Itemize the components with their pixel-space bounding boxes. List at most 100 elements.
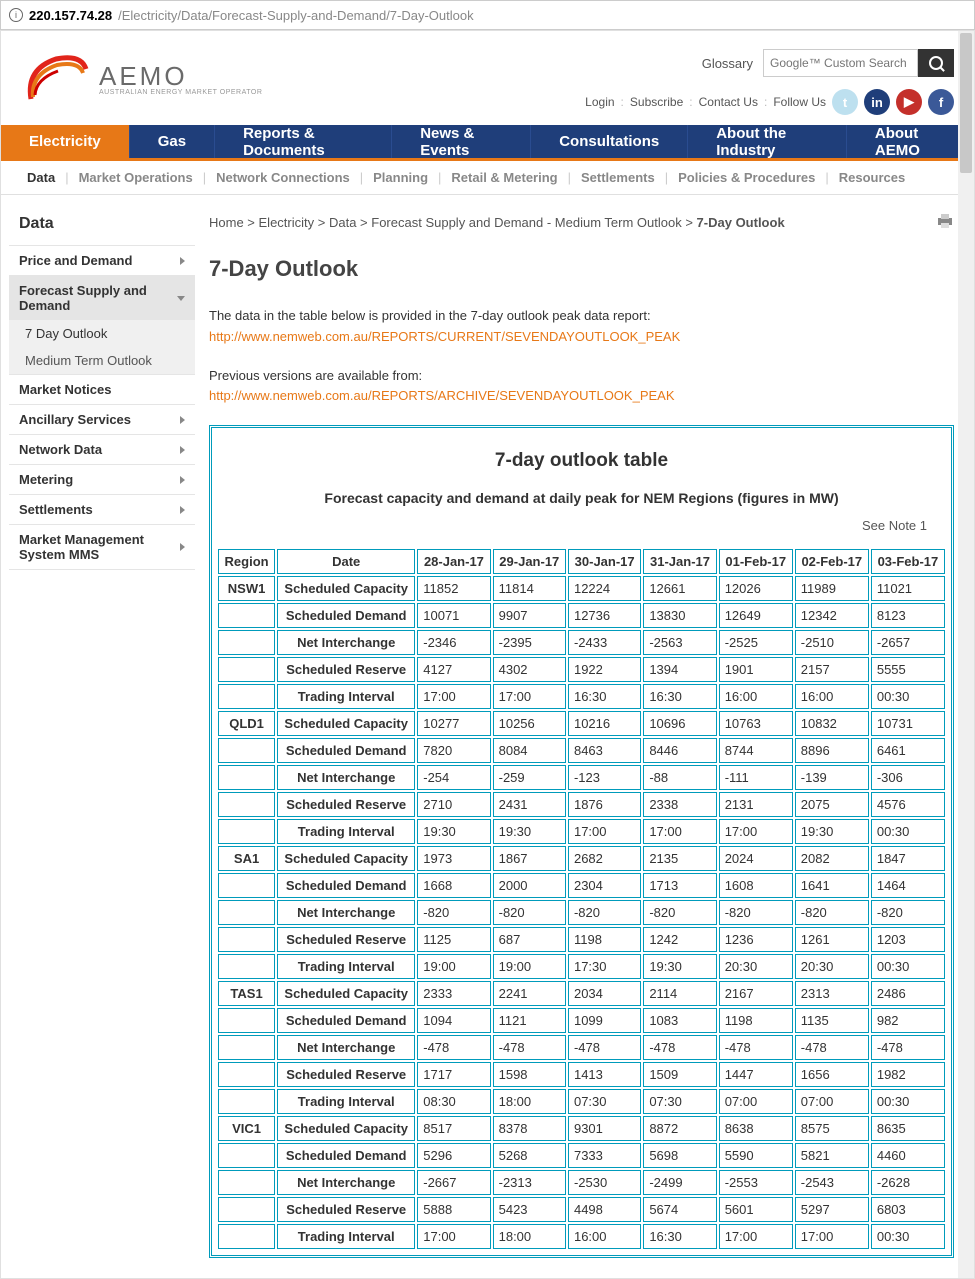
scroll-thumb[interactable]: [960, 33, 972, 173]
table-header: 28-Jan-17: [417, 549, 490, 574]
breadcrumb-current: 7-Day Outlook: [697, 215, 785, 230]
glossary-link[interactable]: Glossary: [702, 56, 753, 71]
search-button[interactable]: [918, 49, 954, 77]
sidebar-subitem[interactable]: Medium Term Outlook: [9, 347, 195, 374]
data-cell: 00:30: [871, 1089, 945, 1114]
row-label: Net Interchange: [277, 900, 415, 925]
data-cell: 12224: [568, 576, 641, 601]
subnav-data[interactable]: Data: [19, 170, 65, 185]
data-cell: -306: [871, 765, 945, 790]
table-row: Scheduled Reserve17171598141315091447165…: [218, 1062, 945, 1087]
subnav-planning[interactable]: Planning: [363, 170, 438, 185]
data-cell: 1847: [871, 846, 945, 871]
table-row: Scheduled Demand782080848463844687448896…: [218, 738, 945, 763]
sidebar-item[interactable]: Metering: [9, 464, 195, 494]
youtube-icon[interactable]: ▶: [896, 89, 922, 115]
sidebar-item[interactable]: Settlements: [9, 494, 195, 524]
address-bar[interactable]: i 220.157.74.28/Electricity/Data/Forecas…: [0, 0, 975, 30]
row-label: Trading Interval: [277, 684, 415, 709]
subnav-retail-metering[interactable]: Retail & Metering: [441, 170, 567, 185]
data-cell: 1922: [568, 657, 641, 682]
row-label: Trading Interval: [277, 1224, 415, 1249]
data-cell: 13830: [643, 603, 716, 628]
data-cell: 5590: [719, 1143, 793, 1168]
chevron-icon: [180, 446, 185, 454]
subnav-network-connections[interactable]: Network Connections: [206, 170, 360, 185]
data-cell: -478: [493, 1035, 566, 1060]
nav-reports-documents[interactable]: Reports & Documents: [215, 125, 392, 158]
sidebar-subitem[interactable]: 7 Day Outlook: [9, 320, 195, 347]
nav-gas[interactable]: Gas: [130, 125, 215, 158]
breadcrumb-part[interactable]: Home: [209, 215, 244, 230]
logo-mark-icon: [21, 49, 91, 109]
sidebar-item-label: Market Notices: [19, 382, 111, 397]
data-cell: -2525: [719, 630, 793, 655]
print-icon[interactable]: [936, 213, 954, 232]
search-input[interactable]: [763, 49, 918, 77]
data-cell: 19:30: [643, 954, 716, 979]
sidebar-item[interactable]: Price and Demand: [9, 245, 195, 275]
linkedin-icon[interactable]: in: [864, 89, 890, 115]
table-row: Scheduled Demand100719907127361383012649…: [218, 603, 945, 628]
report-link-current[interactable]: http://www.nemweb.com.au/REPORTS/CURRENT…: [209, 327, 954, 348]
sidebar-item[interactable]: Market Management System MMS: [9, 524, 195, 570]
data-cell: 19:30: [493, 819, 566, 844]
nav-consultations[interactable]: Consultations: [531, 125, 688, 158]
subnav-settlements[interactable]: Settlements: [571, 170, 665, 185]
data-cell: 4498: [568, 1197, 641, 1222]
data-cell: 1717: [417, 1062, 490, 1087]
scrollbar[interactable]: [958, 31, 974, 1278]
row-label: Scheduled Capacity: [277, 846, 415, 871]
logo[interactable]: AEMO AUSTRALIAN ENERGY MARKET OPERATOR: [21, 49, 262, 109]
data-cell: 2338: [643, 792, 716, 817]
subnav-policies-procedures[interactable]: Policies & Procedures: [668, 170, 825, 185]
search-icon: [929, 56, 943, 70]
data-cell: 2082: [795, 846, 869, 871]
twitter-icon[interactable]: t: [832, 89, 858, 115]
data-cell: 10256: [493, 711, 566, 736]
subscribe-link[interactable]: Subscribe: [630, 95, 683, 109]
data-cell: 10277: [417, 711, 490, 736]
data-cell: 7333: [568, 1143, 641, 1168]
page-title: 7-Day Outlook: [209, 256, 954, 282]
region-cell: [218, 927, 275, 952]
nav-about-aemo[interactable]: About AEMO: [847, 125, 974, 158]
facebook-icon[interactable]: f: [928, 89, 954, 115]
nav-news-events[interactable]: News & Events: [392, 125, 531, 158]
data-cell: 5268: [493, 1143, 566, 1168]
contact-link[interactable]: Contact Us: [699, 95, 758, 109]
row-label: Scheduled Capacity: [277, 711, 415, 736]
info-icon[interactable]: i: [9, 8, 23, 22]
sidebar-item[interactable]: Network Data: [9, 434, 195, 464]
table-row: Trading Interval17:0017:0016:3016:3016:0…: [218, 684, 945, 709]
breadcrumb-part[interactable]: Electricity: [259, 215, 315, 230]
sidebar-item[interactable]: Ancillary Services: [9, 404, 195, 434]
data-cell: 16:30: [643, 1224, 716, 1249]
data-cell: 18:00: [493, 1224, 566, 1249]
region-cell: [218, 684, 275, 709]
chevron-icon: [180, 506, 185, 514]
region-cell: [218, 1224, 275, 1249]
data-cell: 20:30: [719, 954, 793, 979]
nav-about-the-industry[interactable]: About the Industry: [688, 125, 847, 158]
data-cell: 2431: [493, 792, 566, 817]
data-cell: -820: [568, 900, 641, 925]
data-cell: 07:30: [643, 1089, 716, 1114]
report-link-archive[interactable]: http://www.nemweb.com.au/REPORTS/ARCHIVE…: [209, 386, 954, 407]
data-cell: 1099: [568, 1008, 641, 1033]
region-cell: [218, 657, 275, 682]
row-label: Scheduled Demand: [277, 1008, 415, 1033]
data-cell: 17:00: [795, 1224, 869, 1249]
breadcrumb-part[interactable]: Data: [329, 215, 356, 230]
region-cell: [218, 1170, 275, 1195]
data-cell: 16:30: [643, 684, 716, 709]
sidebar-item[interactable]: Forecast Supply and Demand: [9, 275, 195, 320]
sidebar-item[interactable]: Market Notices: [9, 374, 195, 404]
subnav-market-operations[interactable]: Market Operations: [69, 170, 203, 185]
subnav-resources[interactable]: Resources: [829, 170, 915, 185]
breadcrumb-part[interactable]: Forecast Supply and Demand - Medium Term…: [371, 215, 681, 230]
nav-electricity[interactable]: Electricity: [1, 125, 130, 158]
data-cell: -2563: [643, 630, 716, 655]
login-link[interactable]: Login: [585, 95, 614, 109]
data-cell: 00:30: [871, 819, 945, 844]
